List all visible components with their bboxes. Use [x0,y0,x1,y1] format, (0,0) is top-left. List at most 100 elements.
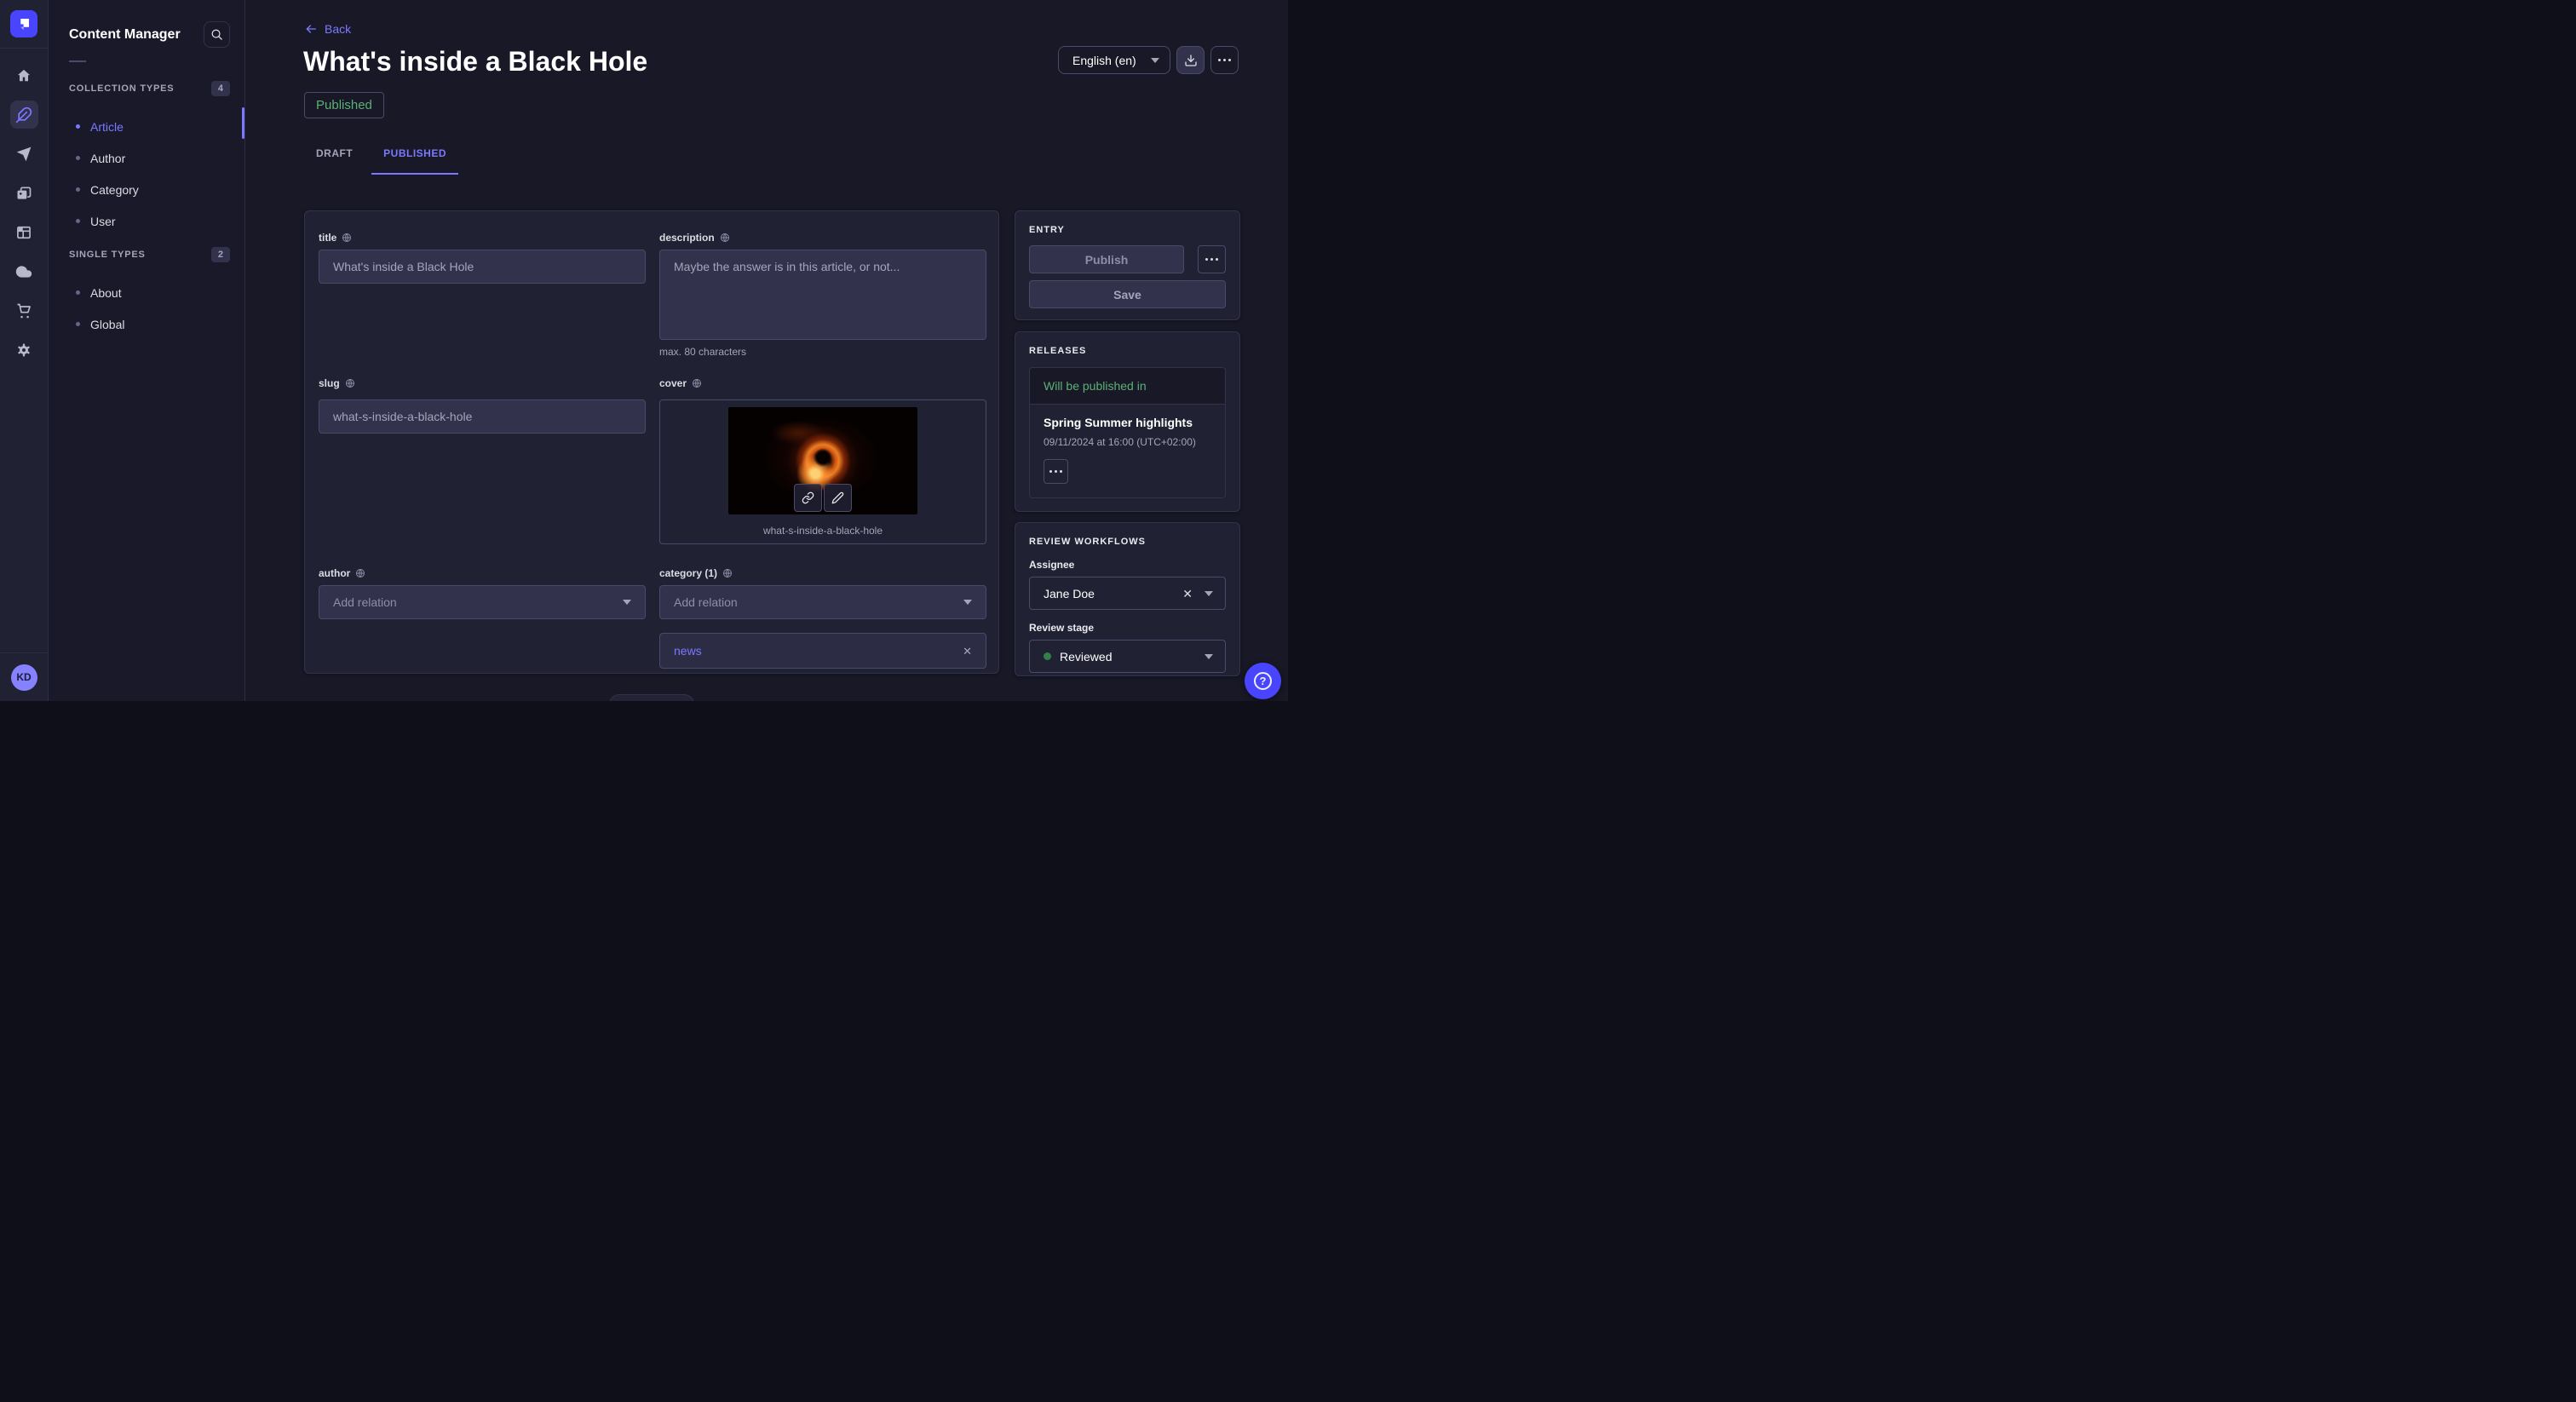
entry-more-button[interactable] [1198,245,1226,273]
description-hint: max. 80 characters [659,346,746,358]
single-types-label: SINGLE TYPES [69,250,146,260]
bullet-icon [76,124,80,129]
subnav-item-label: Global [90,318,124,331]
stage-value: Reviewed [1060,650,1112,664]
review-stage-select[interactable]: Reviewed [1029,640,1226,673]
label-text: author [319,567,350,579]
author-placeholder: Add relation [333,595,397,609]
subnav-item-global[interactable]: Global [49,308,244,340]
version-tabs: DRAFT PUBLISHED [304,141,458,175]
download-icon [1184,54,1198,67]
label-text: slug [319,377,340,389]
entry-panel: ENTRY Publish Save [1015,210,1240,320]
title-field-label: title [319,232,352,244]
globe-icon [345,378,355,388]
subnav-item-author[interactable]: Author [49,142,244,174]
header-actions: English (en) [1058,46,1239,74]
ellipsis-icon [1205,258,1218,261]
cart-icon [15,302,32,319]
subnav-item-about[interactable]: About [49,277,244,308]
subnav-item-user[interactable]: User [49,205,244,237]
nav-user-section: KD [0,652,48,701]
header-more-button[interactable] [1210,46,1239,74]
subnav-divider [69,60,86,62]
chevron-down-icon [1151,58,1159,63]
cover-actions [794,484,852,512]
release-more-button[interactable] [1044,459,1068,484]
chevron-down-icon [623,600,631,605]
label-text: category (1) [659,567,717,579]
arrow-left-icon [304,22,318,36]
strapi-logo[interactable] [10,10,37,37]
save-button[interactable]: Save [1029,280,1226,308]
bullet-icon [76,290,80,295]
collection-types-section: COLLECTION TYPES 4 [69,81,230,96]
category-relation-select[interactable]: Add relation [659,585,986,619]
back-label: Back [325,22,351,36]
relation-link-news[interactable]: news [674,644,702,658]
category-relation-item: news ✕ [659,633,986,669]
content-manager-subnav: Content Manager COLLECTION TYPES 4 Artic… [49,0,245,701]
page-title: What's inside a Black Hole [303,46,647,78]
bullet-icon [76,322,80,326]
back-link[interactable]: Back [304,22,351,36]
description-field-label: description [659,232,730,244]
nav-settings-button[interactable] [10,336,38,364]
nav-media-library-button[interactable] [10,179,38,207]
entry-form-card: title description Maybe the answer is in… [304,210,999,674]
help-button[interactable]: ? [1245,663,1281,699]
globe-icon [342,233,352,243]
copy-link-button[interactable] [794,484,822,512]
strapi-admin-app: KD Content Manager COLLECTION TYPES 4 Ar… [0,0,1288,701]
subnav-item-category[interactable]: Category [49,174,244,205]
locale-select[interactable]: English (en) [1058,46,1170,74]
ellipsis-icon [1049,470,1062,473]
cover-filename: what-s-inside-a-black-hole [660,525,986,537]
search-icon [210,28,223,41]
title-input[interactable] [319,250,646,284]
chevron-down-icon [1205,654,1213,659]
nav-releases-button[interactable] [10,140,38,168]
review-stage-label: Review stage [1029,622,1226,634]
tab-draft[interactable]: DRAFT [304,141,365,175]
remove-relation-icon[interactable]: ✕ [963,646,972,657]
subnav-item-label: Author [90,152,125,165]
tab-published[interactable]: PUBLISHED [371,141,458,175]
bullet-icon [76,219,80,223]
chevron-down-icon [963,600,972,605]
description-textarea[interactable]: Maybe the answer is in this article, or … [659,250,986,340]
category-field-label: category (1) [659,567,733,579]
subnav-item-label: About [90,286,122,300]
nav-content-manager-button[interactable] [10,101,38,129]
bullet-icon [76,187,80,192]
release-status: Will be published in [1030,368,1225,405]
assignee-select[interactable]: Jane Doe ✕ [1029,577,1226,610]
globe-icon [692,378,702,388]
main-nav: KD [0,0,49,701]
edit-media-button[interactable] [824,484,852,512]
avatar[interactable]: KD [11,664,37,691]
label-text: title [319,232,336,244]
nav-content-type-builder-button[interactable] [10,218,38,246]
nav-marketplace-button[interactable] [10,296,38,325]
export-button[interactable] [1176,46,1205,74]
single-types-count: 2 [211,247,230,262]
nav-deploy-button[interactable] [10,257,38,285]
pencil-icon [831,491,844,504]
subnav-item-label: User [90,215,116,228]
search-button[interactable] [204,21,230,48]
nav-items [0,49,48,364]
question-mark-icon: ? [1254,672,1272,690]
releases-panel: RELEASES Will be published in Spring Sum… [1015,331,1240,512]
link-icon [802,491,814,504]
slug-field-label: slug [319,377,355,389]
single-types-section: SINGLE TYPES 2 [69,247,230,262]
clear-assignee-icon[interactable]: ✕ [1182,588,1193,600]
slug-input[interactable] [319,399,646,434]
feather-icon [15,106,32,124]
subnav-item-article[interactable]: Article [49,111,244,142]
publish-button[interactable]: Publish [1029,245,1184,273]
nav-home-button[interactable] [10,61,38,89]
author-relation-select[interactable]: Add relation [319,585,646,619]
strapi-logo-icon [16,16,32,32]
